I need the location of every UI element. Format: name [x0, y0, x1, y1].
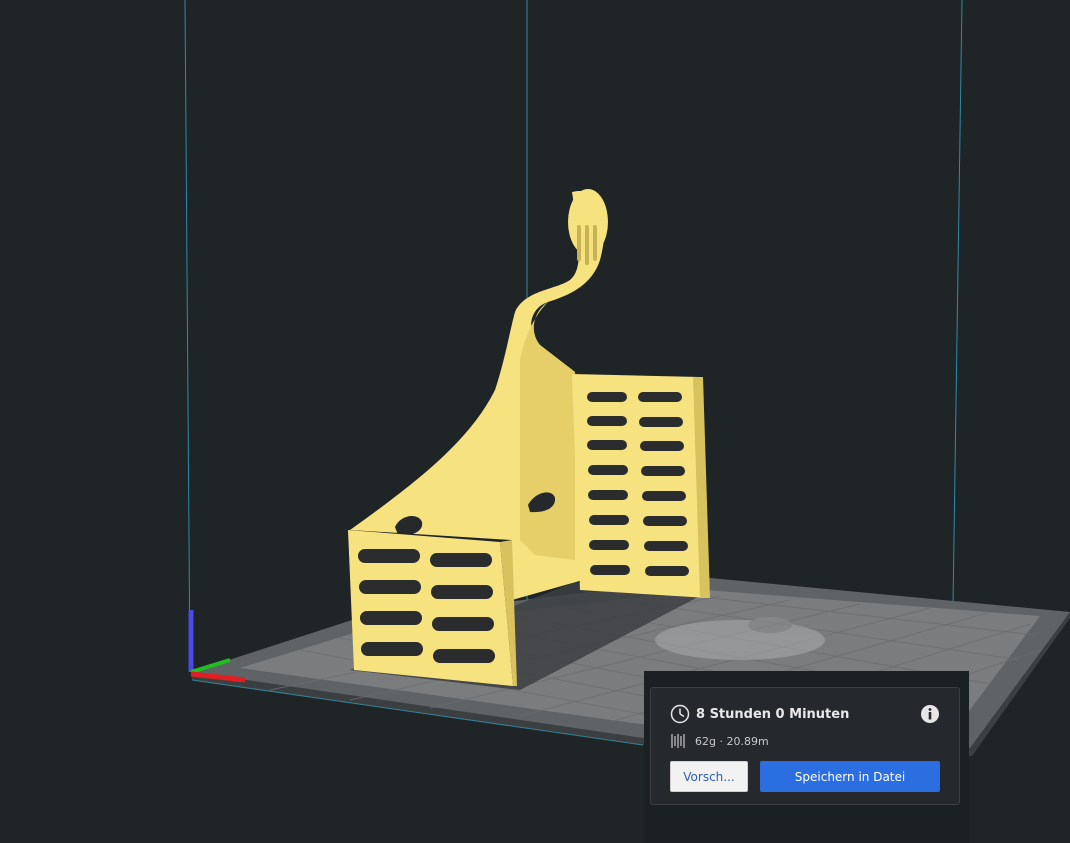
print-time-row: 8 Stunden 0 Minuten [670, 704, 849, 724]
print-summary-panel: 8 Stunden 0 Minuten 62g · 20.89m Vorsch.… [650, 687, 960, 805]
print-time-text: 8 Stunden 0 Minuten [696, 706, 850, 722]
build-volume-edge-front-left [184, 0, 191, 673]
preview-button[interactable]: Vorsch... [670, 761, 748, 792]
material-usage-row: 62g · 20.89m [670, 732, 769, 750]
3d-viewport[interactable]: 8 Stunden 0 Minuten 62g · 20.89m Vorsch.… [0, 0, 1070, 843]
build-volume-edge-back-right [951, 0, 963, 673]
filament-spool-icon [671, 734, 685, 748]
info-icon[interactable] [920, 704, 940, 724]
material-usage-text: 62g · 20.89m [695, 734, 769, 748]
save-to-file-button[interactable]: Speichern in Datei [760, 761, 940, 792]
clock-icon [670, 704, 690, 724]
